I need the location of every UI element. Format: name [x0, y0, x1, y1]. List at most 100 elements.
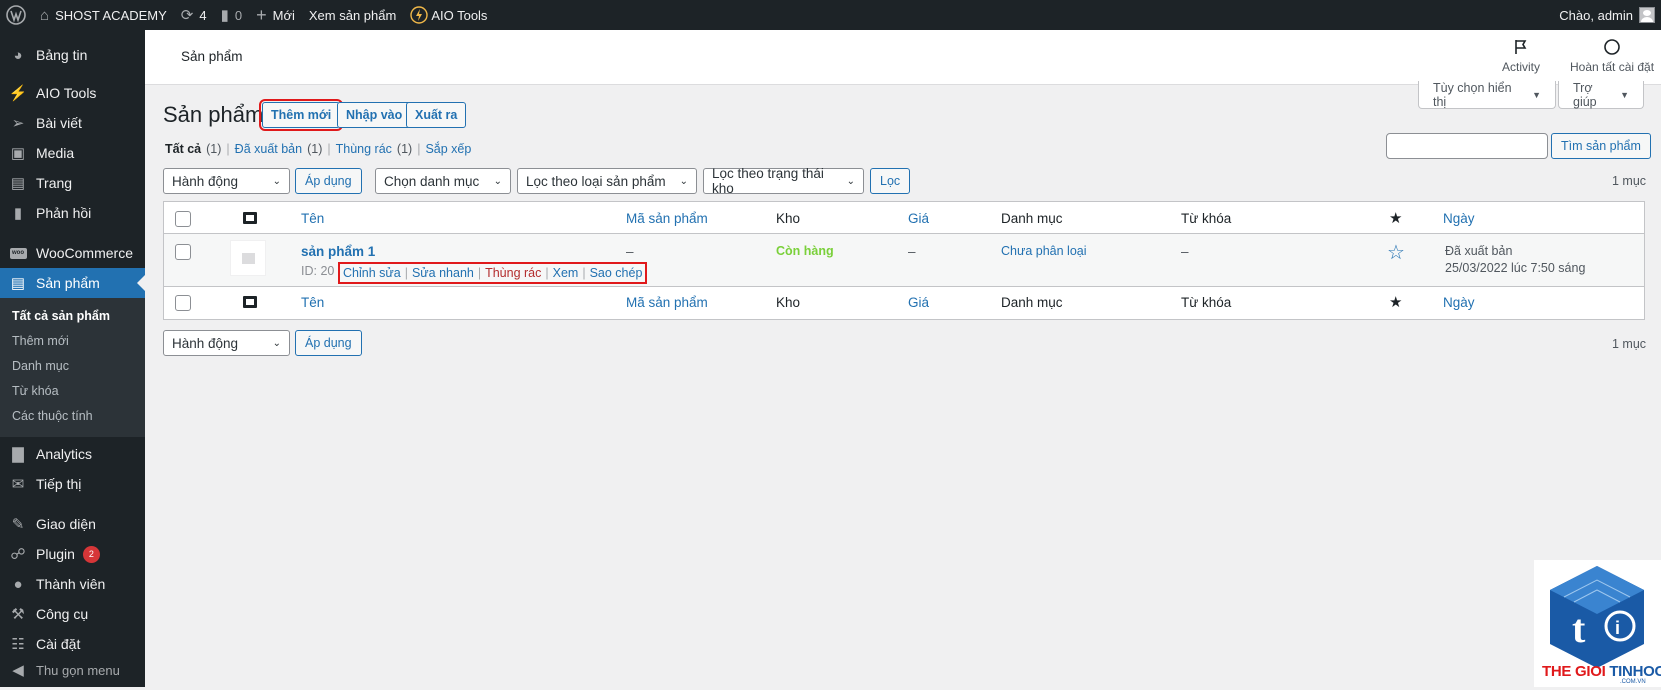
submenu-tags[interactable]: Từ khóa	[0, 379, 145, 404]
my-account-link[interactable]: Chào, admin	[1552, 0, 1661, 30]
submenu-attributes[interactable]: Các thuộc tính	[0, 404, 145, 429]
select-all-checkbox-bottom[interactable]	[175, 295, 191, 311]
menu-analytics[interactable]: ▇ Analytics	[0, 439, 145, 469]
bulk-action-select[interactable]: Hành động ⌄	[163, 168, 290, 194]
screen-options-label: Tùy chọn hiển thị	[1433, 80, 1512, 109]
row-checkbox[interactable]	[175, 244, 191, 260]
column-date[interactable]: Ngày	[1443, 211, 1475, 226]
chevron-down-icon: ⌄	[493, 175, 502, 187]
woo-icon: woo	[8, 243, 28, 263]
finish-setup-label: Hoàn tất cài đặt	[1570, 60, 1655, 74]
site-name-link[interactable]: ⌂ SHOST ACADEMY	[33, 0, 174, 30]
submenu-categories[interactable]: Danh mục	[0, 354, 145, 379]
apply-bulk-button-bottom[interactable]: Áp dụng	[295, 330, 362, 356]
product-search-input[interactable]	[1386, 133, 1548, 159]
import-button[interactable]: Nhập vào	[337, 102, 412, 128]
category-select[interactable]: Chọn danh mục ⌄	[375, 168, 511, 194]
product-name-link[interactable]: sản phẩm 1	[301, 244, 375, 259]
product-type-select[interactable]: Lọc theo loại sản phẩm ⌄	[517, 168, 697, 194]
menu-label: Trang	[36, 175, 73, 191]
column-sku[interactable]: Mã sản phẩm	[626, 211, 708, 226]
row-action-separator: |	[582, 266, 586, 280]
menu-appearance[interactable]: ✎ Giao diện	[0, 509, 145, 539]
menu-products[interactable]: ▤ Sản phẩm	[0, 268, 145, 298]
quick-edit-link[interactable]: Sửa nhanh	[412, 266, 474, 280]
image-column-icon	[243, 212, 257, 224]
admin-bar: ⌂ SHOST ACADEMY ⟳ 4 ▮ 0 + Mới Xem sản ph…	[0, 0, 1661, 30]
row-action-separator: |	[404, 266, 408, 280]
collapse-menu-button[interactable]: ◀ Thu gọn menu	[0, 659, 145, 681]
menu-tools[interactable]: ⚒ Công cụ	[0, 599, 145, 629]
category-value: Chọn danh mục	[384, 173, 480, 189]
bulk-action-select-bottom[interactable]: Hành động ⌄	[163, 330, 290, 356]
featured-column-star-icon[interactable]: ★	[1389, 293, 1402, 311]
aio-tools-link[interactable]: AIO Tools	[403, 0, 494, 30]
featured-star-icon[interactable]: ☆	[1387, 240, 1405, 265]
view-trash-count: (1)	[396, 142, 413, 156]
menu-marketing[interactable]: ✉ Tiếp thị	[0, 469, 145, 499]
product-sku: –	[626, 244, 634, 259]
row-action-separator: |	[545, 266, 549, 280]
menu-aio-tools[interactable]: ⚡ AIO Tools	[0, 78, 145, 108]
comments-link[interactable]: ▮ 0	[214, 0, 250, 30]
featured-column-star-icon[interactable]: ★	[1389, 209, 1402, 227]
activity-button[interactable]: Activity	[1502, 38, 1540, 74]
menu-pages[interactable]: ▤ Trang	[0, 168, 145, 198]
view-sort-link[interactable]: Sắp xếp	[425, 142, 471, 156]
view-published-link[interactable]: Đã xuất bản	[235, 142, 302, 156]
menu-posts[interactable]: ➢ Bài viết	[0, 108, 145, 138]
column-sku[interactable]: Mã sản phẩm	[626, 295, 708, 310]
export-button[interactable]: Xuất ra	[406, 102, 467, 128]
menu-comments[interactable]: ▮ Phản hồi	[0, 198, 145, 228]
menu-label: Giao diện	[36, 516, 96, 532]
menu-dashboard[interactable]: ◕ Bảng tin	[0, 40, 145, 70]
select-all-checkbox[interactable]	[175, 211, 191, 227]
trash-link[interactable]: Thùng rác	[485, 266, 541, 280]
column-category: Danh mục	[1001, 295, 1063, 310]
menu-label: Cài đặt	[36, 636, 81, 652]
updates-link[interactable]: ⟳ 4	[174, 0, 214, 30]
menu-settings[interactable]: ☷ Cài đặt	[0, 629, 145, 659]
greeting-label: Chào, admin	[1559, 7, 1633, 23]
view-products-link[interactable]: Xem sản phẩm	[302, 0, 403, 30]
column-name[interactable]: Tên	[301, 295, 324, 310]
column-tags: Từ khóa	[1181, 211, 1232, 226]
new-content-link[interactable]: + Mới	[249, 0, 302, 30]
filter-button[interactable]: Lọc	[870, 168, 911, 194]
product-thumbnail[interactable]	[230, 240, 266, 276]
menu-media[interactable]: ▣ Media	[0, 138, 145, 168]
apply-bulk-button[interactable]: Áp dụng	[295, 168, 362, 194]
view-all-link[interactable]: Tất cả	[165, 142, 201, 156]
view-link[interactable]: Xem	[553, 266, 579, 280]
submenu-add-new[interactable]: Thêm mới	[0, 329, 145, 354]
column-name[interactable]: Tên	[301, 211, 324, 226]
column-price[interactable]: Giá	[908, 295, 929, 310]
watermark-text: THE GIOI TINHOC	[1542, 663, 1661, 680]
bulk-action-value: Hành động	[172, 335, 239, 351]
menu-woocommerce[interactable]: woo WooCommerce	[0, 238, 145, 268]
search-products-button[interactable]: Tìm sản phẩm	[1551, 133, 1651, 159]
refresh-icon: ⟳	[180, 6, 194, 24]
collapse-icon: ◀	[12, 662, 24, 679]
column-date[interactable]: Ngày	[1443, 295, 1475, 310]
add-new-button[interactable]: Thêm mới	[258, 99, 344, 131]
column-price[interactable]: Giá	[908, 211, 929, 226]
menu-plugins[interactable]: ☍ Plugin 2	[0, 539, 145, 569]
help-button[interactable]: Trợ giúp ▼	[1558, 81, 1644, 109]
comment-bubble-icon: ▮	[220, 6, 229, 24]
duplicate-link[interactable]: Sao chép	[590, 266, 643, 280]
product-category-link[interactable]: Chưa phân loại	[1001, 244, 1087, 258]
menu-label: Phản hồi	[36, 205, 92, 221]
help-label: Trợ giúp	[1573, 80, 1597, 109]
status-views: Tất cả (1) | Đã xuất bản (1) | Thùng rác…	[165, 142, 471, 156]
submenu-all-products[interactable]: Tất cả sản phẩm	[0, 304, 145, 329]
view-trash-link[interactable]: Thùng rác	[336, 142, 392, 156]
finish-setup-button[interactable]: Hoàn tất cài đặt	[1570, 38, 1654, 74]
stock-status-select[interactable]: Lọc theo trạng thái kho ⌄	[703, 166, 864, 196]
megaphone-icon: ✉	[11, 476, 25, 493]
wordpress-logo-button[interactable]	[0, 0, 33, 30]
menu-users[interactable]: ● Thành viên	[0, 569, 145, 599]
menu-label: Plugin	[36, 546, 75, 562]
edit-link[interactable]: Chỉnh sửa	[343, 266, 401, 280]
screen-options-button[interactable]: Tùy chọn hiển thị ▼	[1418, 81, 1556, 109]
